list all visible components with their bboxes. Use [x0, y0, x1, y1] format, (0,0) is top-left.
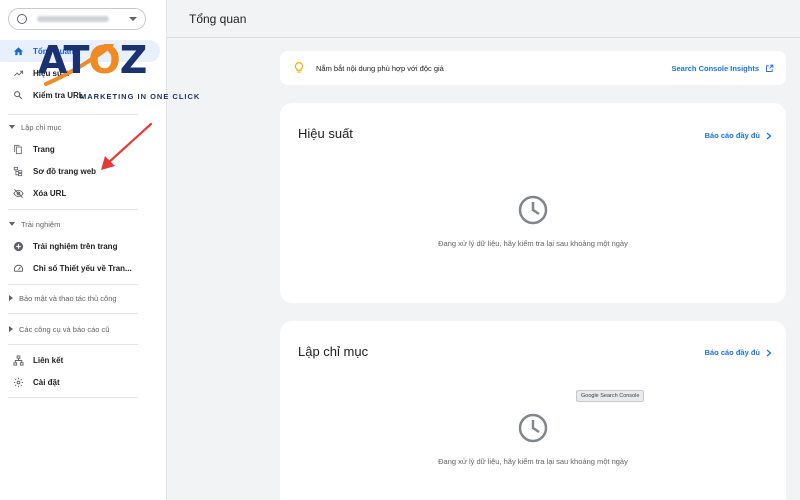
performance-card: Hiệu suất Báo cáo đầy đủ Đang xử lý dữ l… [280, 103, 786, 303]
sidebar-item-overview[interactable]: Tổng quan [0, 40, 160, 62]
tooltip: Google Search Console [576, 390, 645, 402]
clock-icon [518, 413, 548, 443]
sidebar-divider [8, 209, 138, 210]
gauge-icon [12, 262, 24, 274]
insights-banner: Nắm bắt nội dung phù hợp với độc giả Sea… [280, 51, 786, 85]
sidebar-item-label: Cài đặt [33, 377, 60, 387]
property-selector[interactable] [8, 8, 146, 30]
insights-message: Nắm bắt nội dung phù hợp với độc giả [316, 63, 444, 73]
eye-off-icon [12, 187, 24, 199]
indexing-card: Lập chỉ mục Báo cáo đầy đủ Đang xử lý dữ… [280, 321, 786, 500]
sidebar-divider [8, 284, 138, 285]
full-report-link[interactable]: Báo cáo đầy đủ [705, 131, 772, 140]
section-label: Các công cụ và báo cáo cũ [19, 324, 110, 334]
caret-right-icon [9, 295, 13, 301]
caret-down-icon [9, 222, 15, 226]
clock-icon [518, 195, 548, 225]
link-label: Báo cáo đầy đủ [704, 131, 760, 140]
sidebar-divider [8, 313, 138, 314]
sidebar-item-label: Chỉ số Thiết yếu về Tran... [33, 263, 132, 273]
sidebar-item-label: Trải nghiệm trên trang [33, 241, 118, 251]
trending-up-icon [12, 67, 24, 79]
chevron-right-icon [766, 132, 772, 139]
card-title: Hiệu suất [298, 126, 353, 141]
section-label: Trải nghiệm [21, 219, 61, 229]
sidebar-item-settings[interactable]: Cài đặt [0, 371, 160, 393]
section-indexing[interactable]: Lập chỉ mục [0, 119, 160, 135]
sidebar-item-label: Trang [33, 144, 55, 154]
sidebar-item-label: Xóa URL [33, 188, 67, 198]
home-icon [12, 45, 24, 57]
lightbulb-icon [294, 62, 304, 73]
link-label: Báo cáo đầy đủ [704, 348, 760, 357]
sidebar-divider [8, 114, 138, 115]
full-report-link[interactable]: Báo cáo đầy đủ [705, 348, 772, 357]
chevron-right-icon [766, 349, 772, 356]
empty-state-message: Đang xử lý dữ liệu, hãy kiểm tra lại sau… [438, 457, 628, 466]
caret-down-icon [9, 125, 15, 129]
gear-icon [12, 376, 24, 388]
empty-state-message: Đang xử lý dữ liệu, hãy kiểm tra lại sau… [438, 239, 628, 248]
sidebar-item-links[interactable]: Liên kết [0, 349, 160, 371]
links-icon [12, 354, 24, 366]
external-link-icon [766, 64, 774, 72]
sidebar-item-label: Tổng quan [33, 46, 74, 56]
section-security[interactable]: Bảo mật và thao tác thủ công [0, 290, 160, 306]
caret-right-icon [9, 326, 13, 332]
sidebar-item-url-inspection[interactable]: Kiểm tra URL [0, 84, 160, 106]
sitemap-icon [12, 165, 24, 177]
chevron-down-icon [129, 17, 137, 21]
sidebar-divider [8, 397, 138, 398]
search-console-insights-link[interactable]: Search Console Insights [671, 64, 774, 73]
property-url-blurred [37, 16, 109, 22]
search-icon [12, 89, 24, 101]
sidebar-item-pages[interactable]: Trang [0, 138, 160, 160]
sidebar-item-page-experience[interactable]: Trải nghiệm trên trang [0, 235, 160, 257]
section-label: Lập chỉ mục [21, 122, 62, 132]
sidebar-item-label: Hiệu suất [33, 68, 70, 78]
sidebar: Tổng quan Hiệu suất Kiểm tra URL Lập chỉ… [0, 0, 167, 500]
sidebar-divider [8, 344, 138, 345]
page-title: Tổng quan [189, 12, 247, 26]
pages-icon [12, 143, 24, 155]
sidebar-item-label: Kiểm tra URL [33, 90, 84, 100]
sidebar-item-label: Liên kết [33, 355, 64, 365]
link-label: Search Console Insights [671, 63, 759, 73]
sidebar-item-sitemaps[interactable]: Sơ đồ trang web [0, 160, 160, 182]
sidebar-item-label: Sơ đồ trang web [33, 166, 97, 176]
plus-circle-icon [12, 240, 24, 252]
top-header: Tổng quan [167, 0, 800, 38]
section-experience[interactable]: Trải nghiệm [0, 216, 160, 232]
sidebar-item-core-web-vitals[interactable]: Chỉ số Thiết yếu về Tran... [0, 257, 160, 279]
section-legacy-tools[interactable]: Các công cụ và báo cáo cũ [0, 321, 160, 337]
card-title: Lập chỉ mục [298, 344, 369, 359]
sidebar-item-performance[interactable]: Hiệu suất [0, 62, 160, 84]
section-label: Bảo mật và thao tác thủ công [19, 293, 117, 303]
sidebar-item-removals[interactable]: Xóa URL [0, 182, 160, 204]
globe-icon [17, 14, 27, 24]
